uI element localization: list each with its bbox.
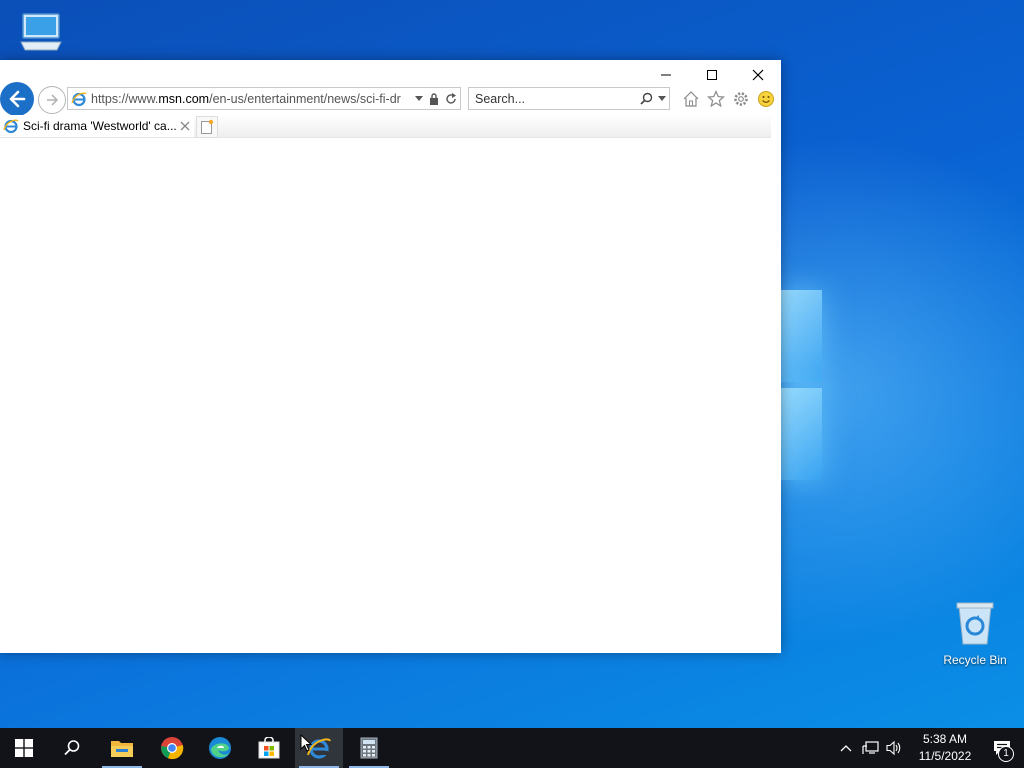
show-hidden-icons-chevron-icon[interactable] — [834, 744, 858, 752]
address-url: https://www.msn.com/en-us/entertainment/… — [91, 91, 401, 106]
back-button[interactable] — [0, 82, 34, 116]
window-controls — [643, 60, 781, 90]
folder-icon — [111, 741, 133, 757]
internet-explorer-button[interactable] — [295, 728, 343, 768]
dropdown-arrow-icon[interactable] — [412, 95, 426, 102]
calculator-icon — [360, 737, 378, 759]
forward-button[interactable] — [38, 86, 66, 114]
tab-title: Sci-fi drama 'Westworld' ca... — [23, 119, 176, 133]
refresh-icon[interactable] — [442, 92, 460, 105]
search-dropdown-icon[interactable] — [654, 95, 669, 102]
notification-count-badge: 1 — [998, 746, 1014, 762]
recycle-bin-icon[interactable]: Recycle Bin — [940, 600, 1010, 667]
taskbar: 5:38 AM 11/5/2022 1 — [0, 728, 1024, 768]
feedback-smiley-icon[interactable] — [755, 88, 776, 110]
clock-time: 5:38 AM — [922, 732, 968, 746]
settings-gear-icon[interactable] — [730, 88, 751, 110]
tab-westworld[interactable]: Sci-fi drama 'Westworld' ca... — [0, 115, 194, 137]
minimize-button[interactable] — [643, 60, 689, 90]
recycle-bin-label: Recycle Bin — [943, 653, 1007, 667]
clock-date: 11/5/2022 — [918, 749, 972, 763]
calculator-button[interactable] — [345, 728, 393, 768]
edge-button[interactable] — [196, 728, 244, 768]
new-tab-icon — [201, 119, 214, 134]
mouse-cursor-icon — [300, 734, 312, 752]
address-bar[interactable]: https://www.msn.com/en-us/entertainment/… — [67, 87, 461, 110]
chrome-button[interactable] — [148, 728, 196, 768]
file-explorer-button[interactable] — [98, 728, 146, 768]
chrome-icon — [161, 737, 184, 760]
system-tray: 5:38 AM 11/5/2022 1 — [834, 728, 1024, 768]
ie-tab-icon — [3, 118, 19, 134]
tab-close-icon[interactable] — [176, 121, 194, 131]
favorites-star-icon[interactable] — [705, 88, 726, 110]
internet-explorer-window: https://www.msn.com/en-us/entertainment/… — [0, 60, 781, 653]
windows-start-icon — [15, 739, 33, 757]
store-button[interactable] — [245, 728, 293, 768]
page-content — [0, 138, 781, 653]
close-button[interactable] — [735, 60, 781, 90]
home-icon[interactable] — [680, 88, 701, 110]
browser-toolbar — [680, 87, 776, 111]
back-arrow-icon — [9, 90, 26, 108]
lock-icon[interactable] — [426, 92, 442, 105]
search-box[interactable] — [468, 87, 670, 110]
this-pc-icon[interactable] — [14, 10, 66, 57]
search-input[interactable] — [469, 90, 638, 107]
new-tab-button[interactable] — [196, 116, 218, 138]
tab-strip: Sci-fi drama 'Westworld' ca... — [0, 115, 771, 138]
forward-arrow-icon — [47, 94, 59, 106]
search-icon — [64, 740, 80, 756]
ie-page-icon — [71, 91, 87, 107]
maximize-button[interactable] — [689, 60, 735, 90]
network-icon[interactable] — [858, 740, 882, 756]
volume-icon[interactable] — [882, 740, 906, 756]
action-center-button[interactable]: 1 — [980, 728, 1024, 768]
edge-icon — [209, 737, 231, 759]
clock[interactable]: 5:38 AM 11/5/2022 — [910, 731, 980, 765]
search-taskbar-button[interactable] — [48, 728, 96, 768]
store-icon — [258, 737, 280, 759]
start-button[interactable] — [0, 728, 48, 768]
search-icon[interactable] — [638, 92, 654, 105]
